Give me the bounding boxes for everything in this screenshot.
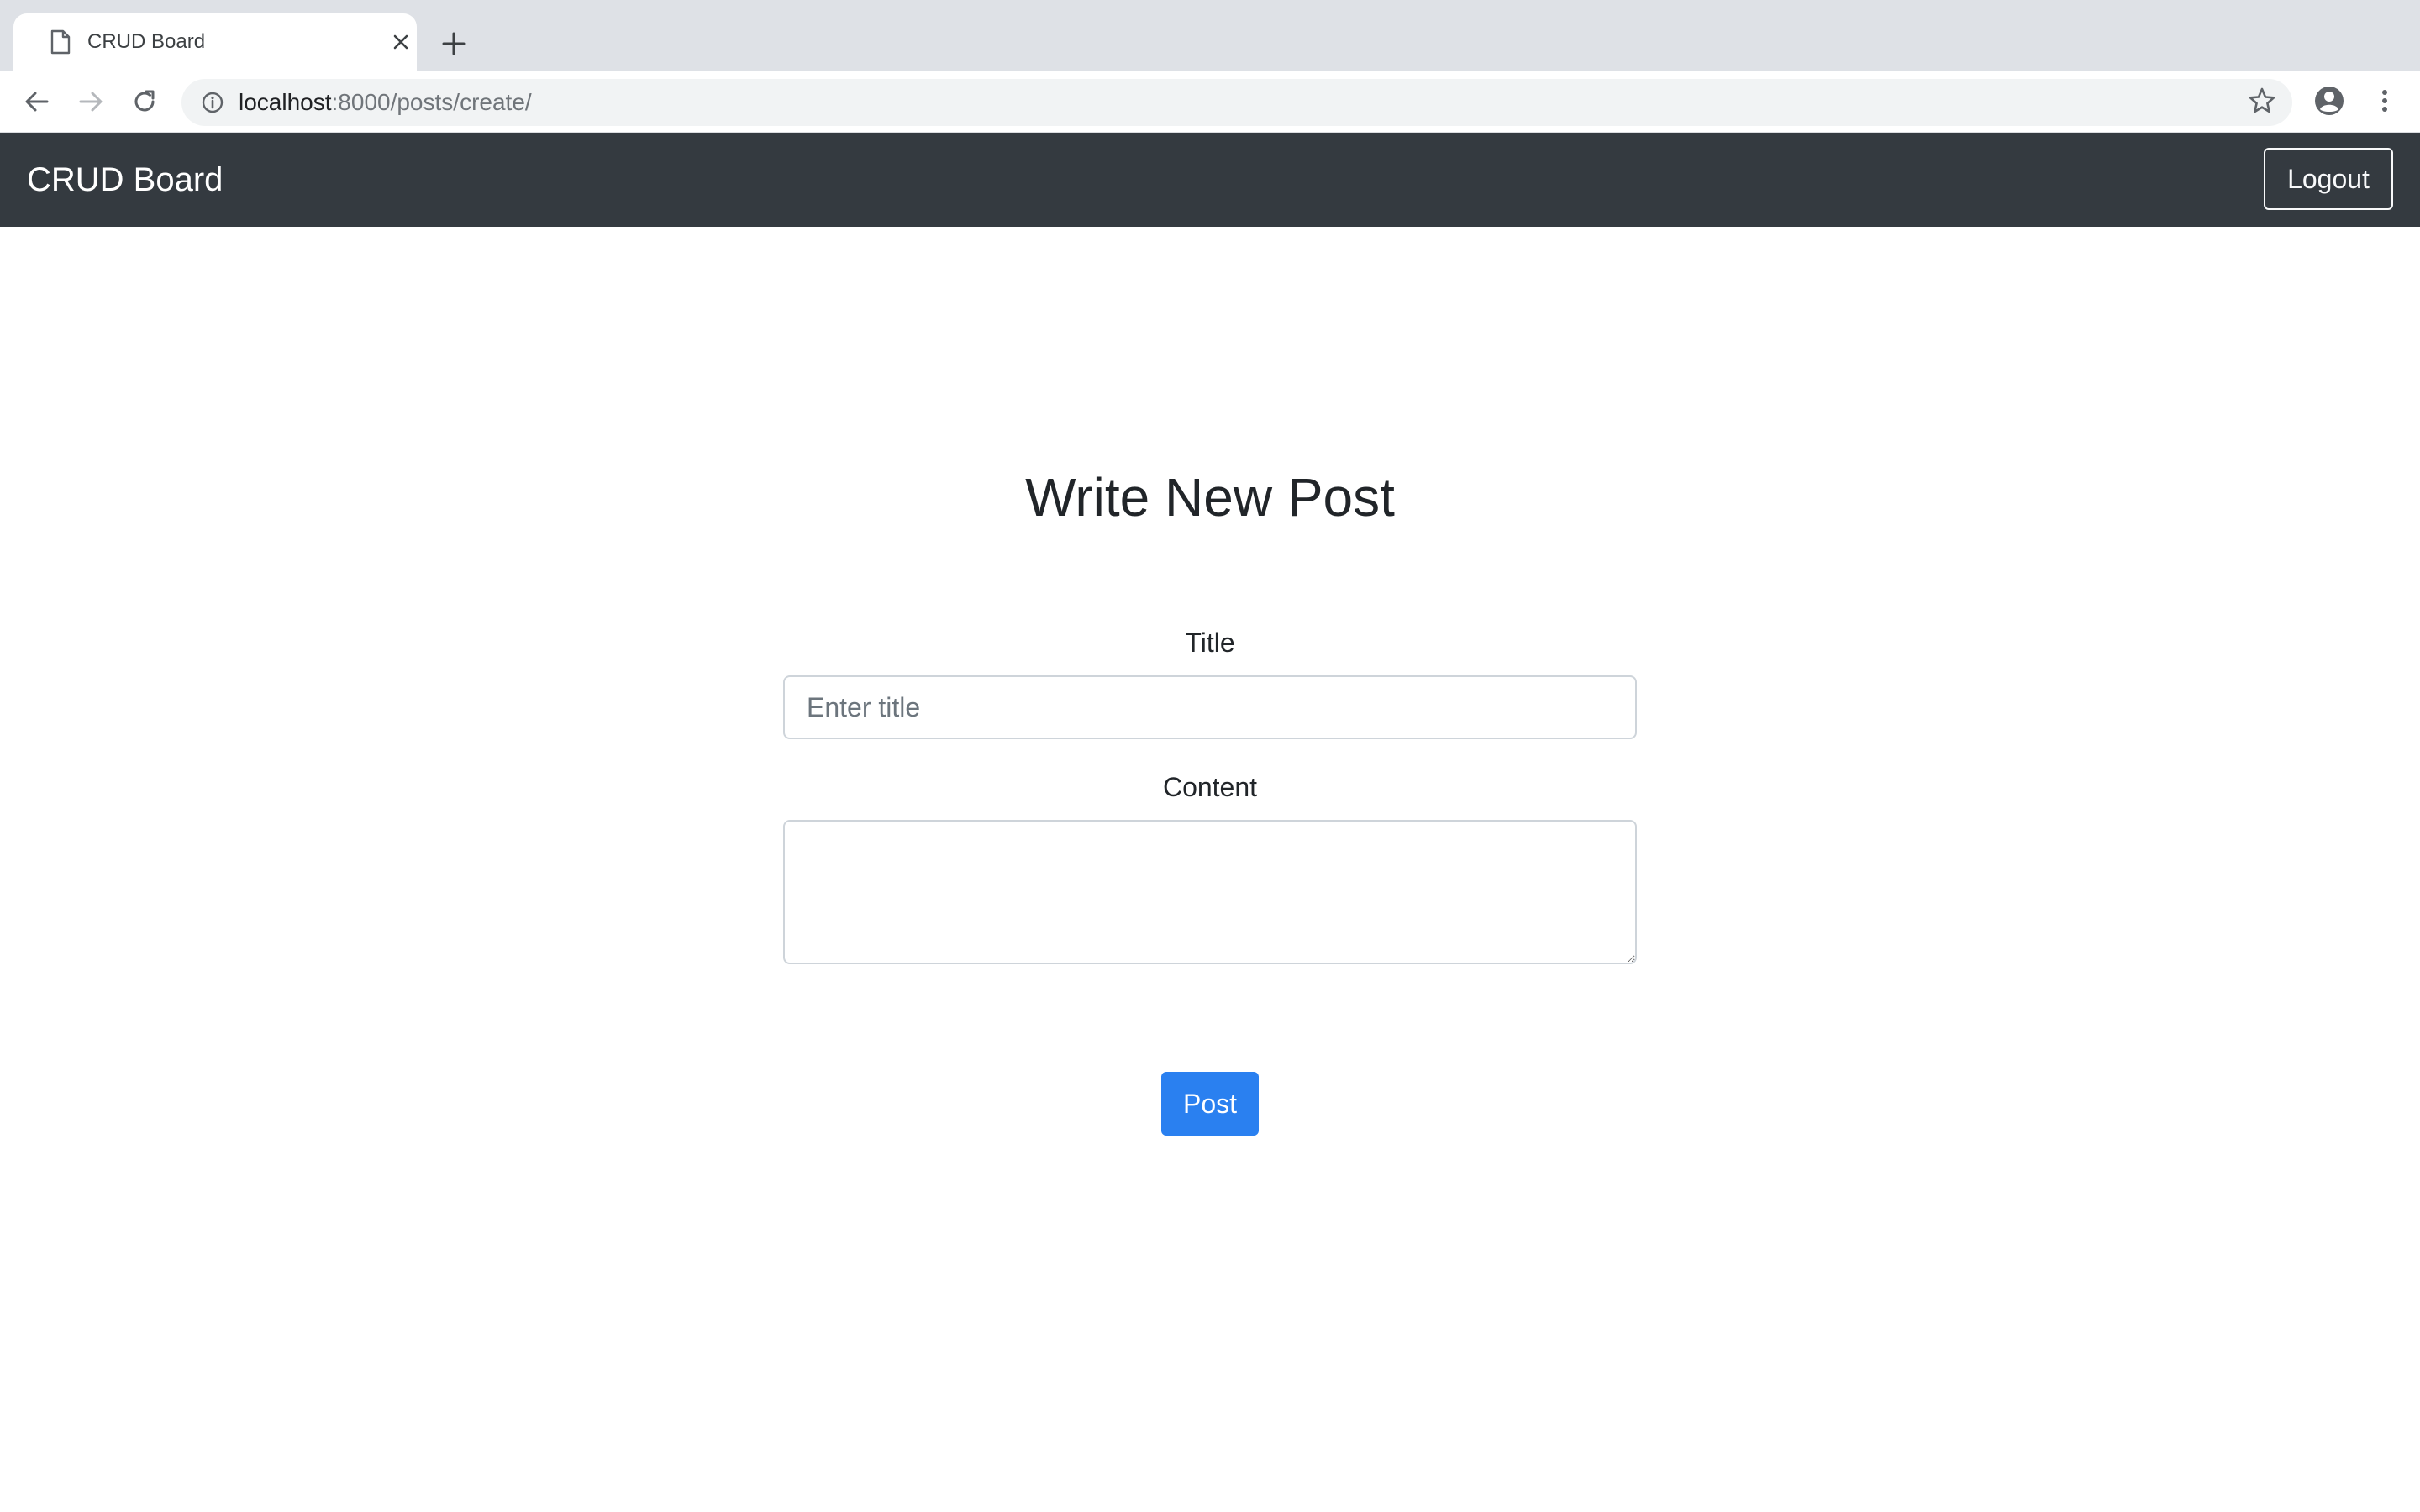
browser-tab-strip: CRUD Board <box>0 0 2420 71</box>
content-label: Content <box>1162 772 1258 802</box>
tab-title: CRUD Board <box>87 30 206 53</box>
logout-button[interactable]: Logout <box>2264 148 2393 210</box>
url-path: :8000/posts/create/ <box>331 89 532 115</box>
url-text: localhost:8000/posts/create/ <box>239 89 532 116</box>
browser-tab[interactable]: CRUD Board <box>13 13 417 71</box>
title-label: Title <box>1185 627 1235 658</box>
more-vertical-icon[interactable] <box>2370 86 2400 116</box>
browser-toolbar: localhost:8000/posts/create/ <box>0 71 2420 133</box>
page-title: Write New Post <box>1025 467 1395 528</box>
brand-link[interactable]: CRUD Board <box>27 160 223 200</box>
title-input[interactable] <box>783 675 1637 739</box>
close-icon[interactable] <box>388 29 413 55</box>
back-arrow-icon[interactable] <box>22 87 52 117</box>
star-icon[interactable] <box>2247 86 2277 116</box>
url-host: localhost <box>239 89 332 115</box>
profile-icon[interactable] <box>2312 84 2346 118</box>
content-textarea[interactable] <box>783 820 1637 964</box>
post-button[interactable]: Post <box>1161 1072 1259 1136</box>
app-navbar: CRUD Board Logout <box>0 133 2420 227</box>
info-icon[interactable] <box>200 90 225 115</box>
reload-icon[interactable] <box>129 87 160 117</box>
page-icon <box>50 29 71 55</box>
plus-icon[interactable] <box>439 29 469 59</box>
forward-arrow-icon[interactable] <box>76 87 106 117</box>
address-bar[interactable]: localhost:8000/posts/create/ <box>182 79 2292 126</box>
